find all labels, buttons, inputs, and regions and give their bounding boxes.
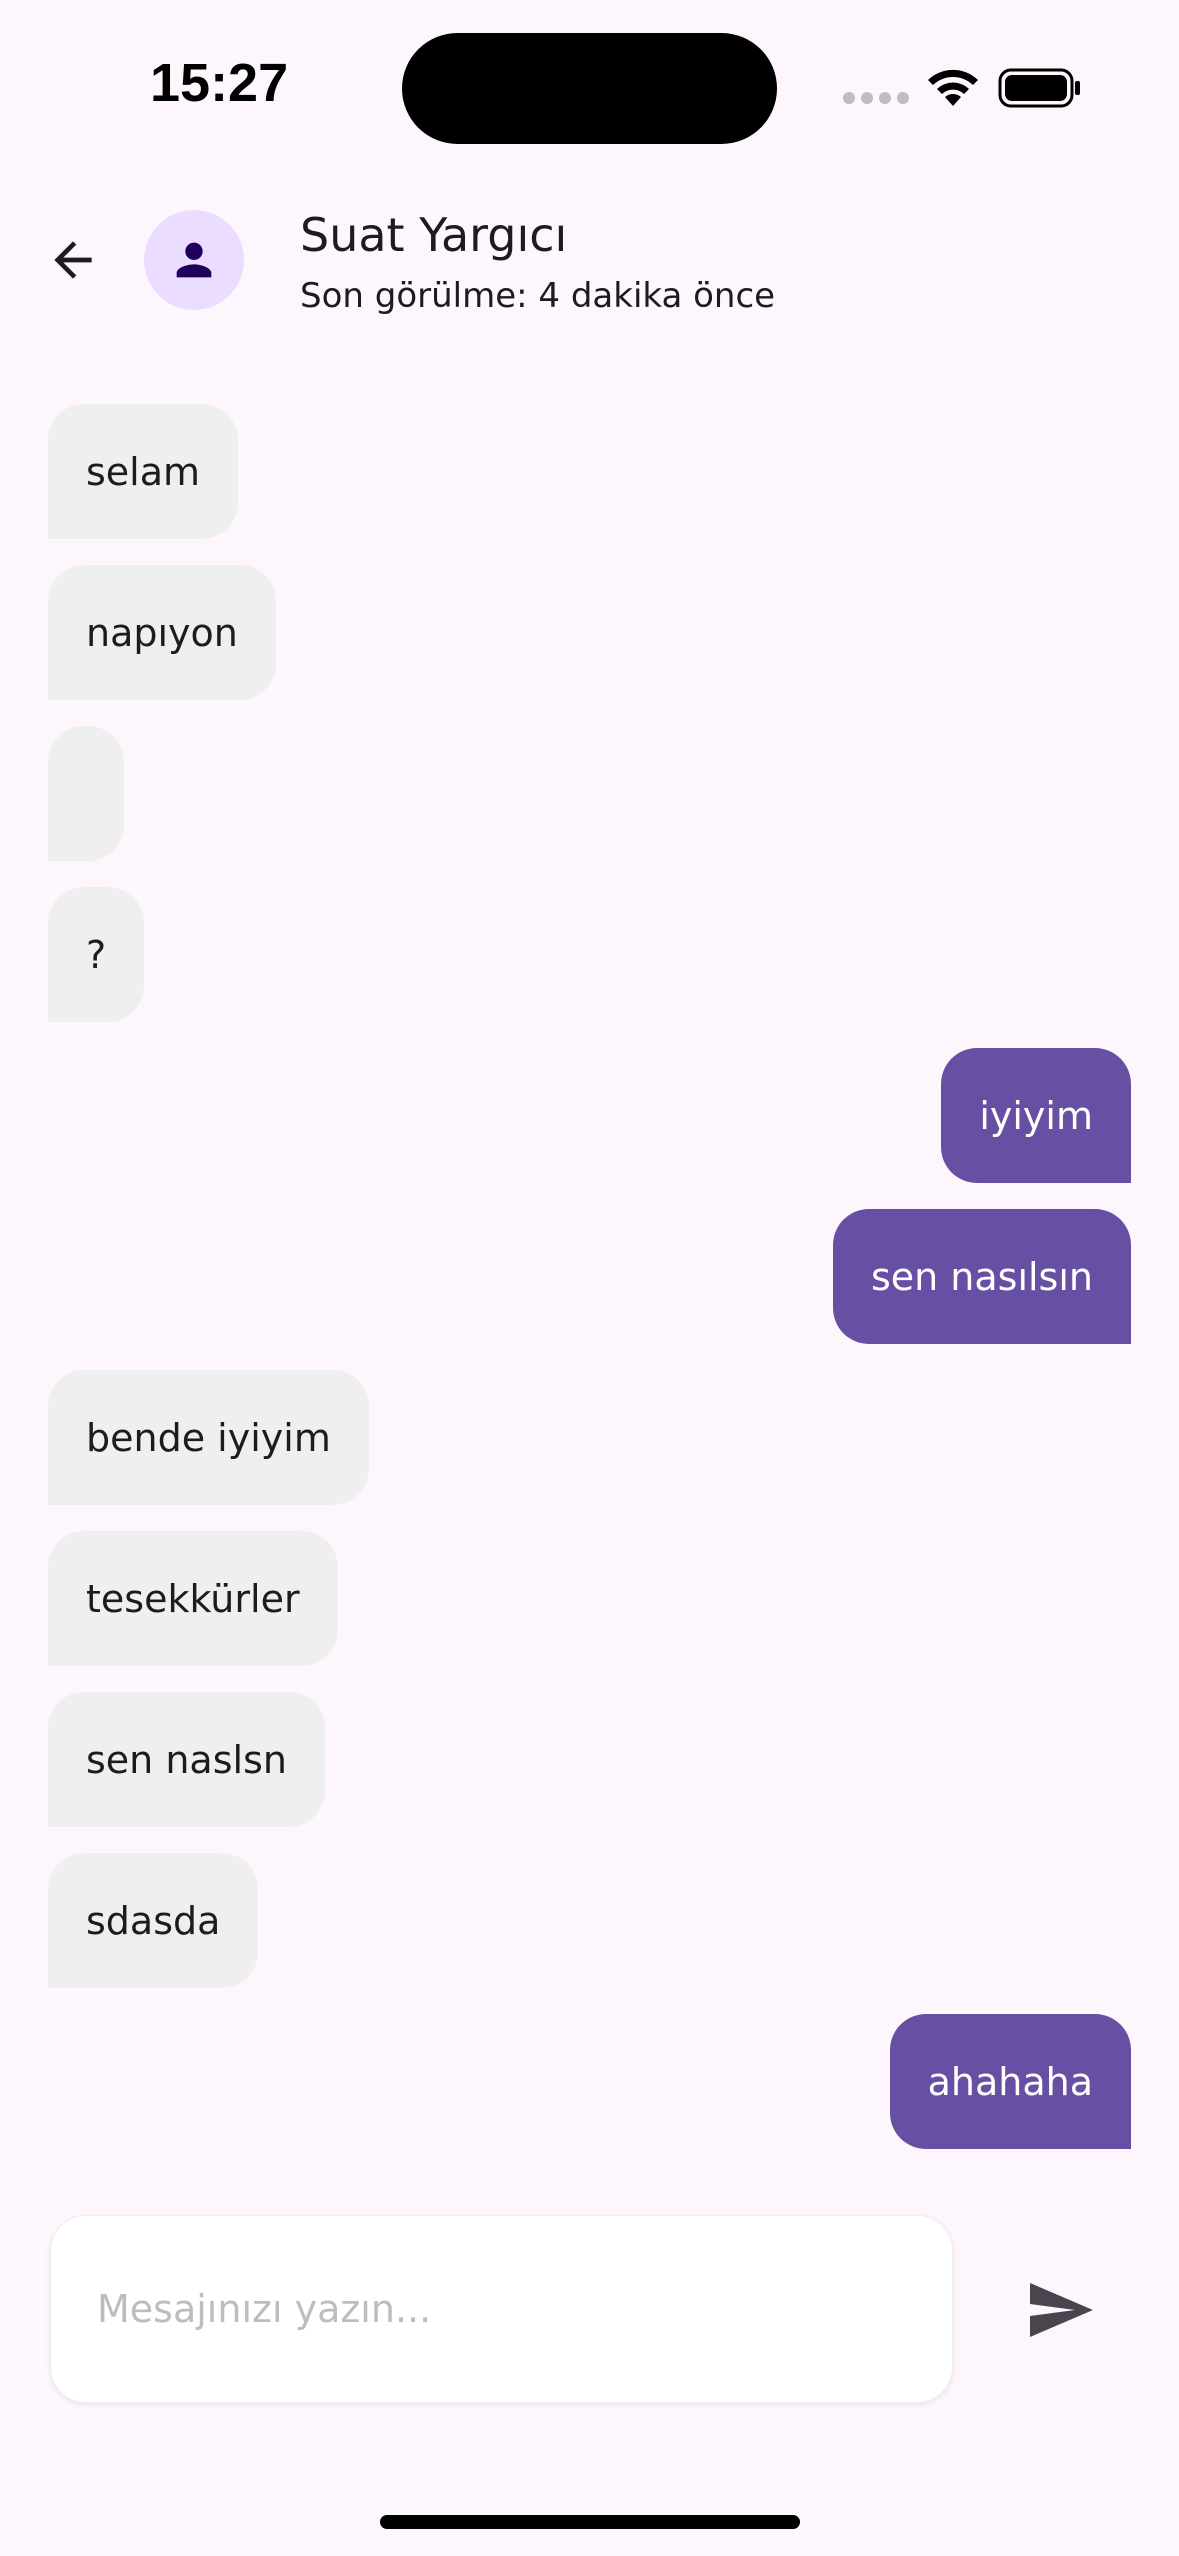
- message-bubble-outgoing[interactable]: iyiyim: [941, 1048, 1131, 1183]
- cellular-signal-icon: [843, 92, 909, 104]
- home-indicator[interactable]: [380, 2515, 800, 2529]
- message-bubble-outgoing[interactable]: ahahaha: [889, 2014, 1131, 2149]
- message-bubble-incoming[interactable]: bende iyiyim: [48, 1370, 369, 1505]
- message-bubble-incoming[interactable]: sen naslsn: [48, 1692, 325, 1827]
- message-bubble-incoming[interactable]: [48, 726, 124, 861]
- wifi-icon: [924, 66, 982, 114]
- message-input-container[interactable]: [50, 2215, 953, 2403]
- message-bubble-incoming[interactable]: ?: [48, 887, 145, 1022]
- back-button[interactable]: [38, 225, 108, 295]
- arrow-back-icon: [54, 241, 92, 279]
- send-icon: [1030, 2283, 1093, 2337]
- send-button[interactable]: [1020, 2270, 1100, 2350]
- message-bubble-outgoing[interactable]: sen nasılsın: [832, 1209, 1131, 1344]
- message-input[interactable]: [97, 2287, 897, 2331]
- message-bubble-incoming[interactable]: tesekkürler: [48, 1531, 338, 1666]
- message-bubble-incoming[interactable]: sdasda: [48, 1853, 259, 1988]
- contact-name[interactable]: Suat Yargıcı: [300, 208, 567, 262]
- battery-icon: [998, 66, 1082, 114]
- message-bubble-incoming[interactable]: napıyon: [48, 565, 276, 700]
- person-icon: [176, 242, 212, 278]
- last-seen-status: Son görülme: 4 dakika önce: [300, 276, 776, 316]
- dynamic-island: [402, 33, 777, 144]
- chat-screen: 15:27 Suat Yargıcı Son görülme: 4 dakika…: [0, 0, 1179, 2556]
- status-time: 15:27: [150, 53, 289, 113]
- avatar[interactable]: [144, 210, 244, 310]
- message-bubble-incoming[interactable]: selam: [48, 404, 239, 539]
